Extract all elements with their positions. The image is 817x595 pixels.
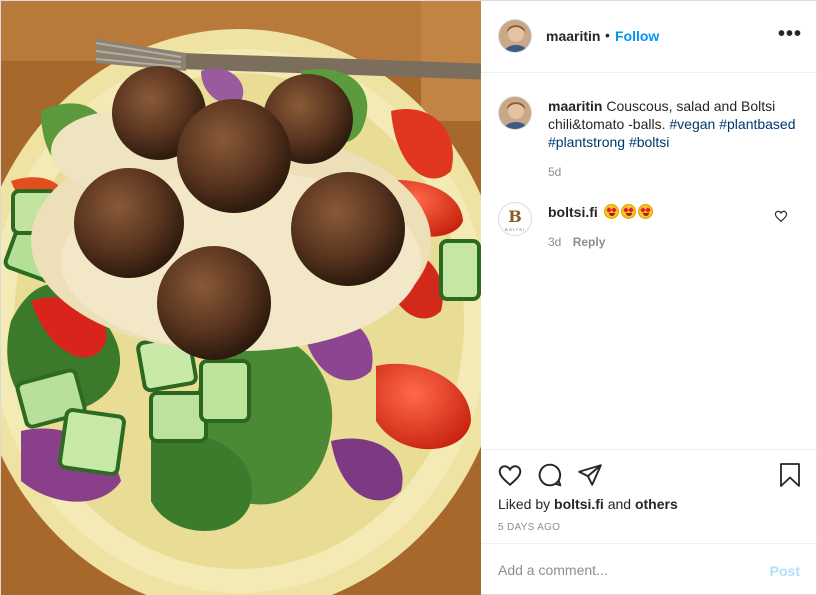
- post-actions: Liked by boltsi.fi and others 5 DAYS AGO: [481, 449, 817, 543]
- comment-bubble-icon[interactable]: [537, 462, 563, 488]
- save-bookmark-icon[interactable]: [778, 462, 802, 488]
- comment-meta: 3d Reply: [548, 235, 605, 249]
- commenter-avatar[interactable]: B BOLTSI: [498, 202, 532, 236]
- hashtag-plantbased[interactable]: #plantbased: [719, 116, 795, 132]
- comment-text: boltsi.fi: [548, 204, 653, 220]
- author-avatar-image: [499, 20, 531, 52]
- liked-by-prefix: Liked by: [498, 496, 551, 512]
- food-photo-illustration: [1, 1, 481, 595]
- post-comment-button[interactable]: Post: [770, 563, 800, 579]
- caption-timestamp: 5d: [548, 165, 562, 179]
- follow-button[interactable]: Follow: [615, 28, 659, 44]
- comment-item: B BOLTSI boltsi.fi 3d Reply: [481, 199, 817, 259]
- hashtag-boltsi[interactable]: #boltsi: [629, 134, 669, 150]
- hashtag-vegan[interactable]: #vegan: [669, 116, 715, 132]
- comment-timestamp: 3d: [548, 235, 562, 249]
- share-paper-plane-icon[interactable]: [577, 462, 603, 488]
- more-options-icon[interactable]: •••: [778, 23, 802, 46]
- post-details-pane: maaritin • Follow ••• maaritin Couscous,…: [481, 1, 817, 595]
- reply-button[interactable]: Reply: [573, 235, 606, 249]
- hashtag-plantstrong[interactable]: #plantstrong: [548, 134, 625, 150]
- heart-eyes-emoji-icon: [603, 204, 619, 219]
- post-photo[interactable]: [1, 1, 481, 595]
- comment-like-heart-icon[interactable]: [774, 209, 788, 223]
- liked-by-others[interactable]: others: [635, 496, 678, 512]
- post-header: maaritin • Follow •••: [481, 1, 817, 73]
- commenter-avatar-letter: B: [508, 207, 522, 226]
- comment-input[interactable]: [498, 562, 748, 578]
- caption-text: maaritin Couscous, salad and Boltsi chil…: [548, 97, 803, 151]
- heart-eyes-emoji-icon: [637, 204, 653, 219]
- like-heart-icon[interactable]: [497, 462, 523, 488]
- caption-username[interactable]: maaritin: [548, 98, 602, 114]
- author-avatar[interactable]: [498, 19, 532, 53]
- liked-by-and: and: [607, 496, 632, 512]
- caption-avatar-image: [499, 97, 531, 129]
- instagram-post: maaritin • Follow ••• maaritin Couscous,…: [0, 0, 817, 595]
- commenter-username[interactable]: boltsi.fi: [548, 204, 598, 220]
- caption-author-avatar[interactable]: [498, 96, 532, 130]
- author-username[interactable]: maaritin: [546, 28, 600, 44]
- commenter-avatar-word: BOLTSI: [505, 227, 525, 232]
- post-timestamp[interactable]: 5 DAYS AGO: [498, 522, 560, 533]
- separator-dot: •: [605, 27, 610, 43]
- liked-by-text: Liked by boltsi.fi and others: [498, 496, 678, 512]
- liked-by-user[interactable]: boltsi.fi: [554, 496, 604, 512]
- heart-eyes-emoji-icon: [620, 204, 636, 219]
- add-comment-bar: Post: [481, 543, 817, 595]
